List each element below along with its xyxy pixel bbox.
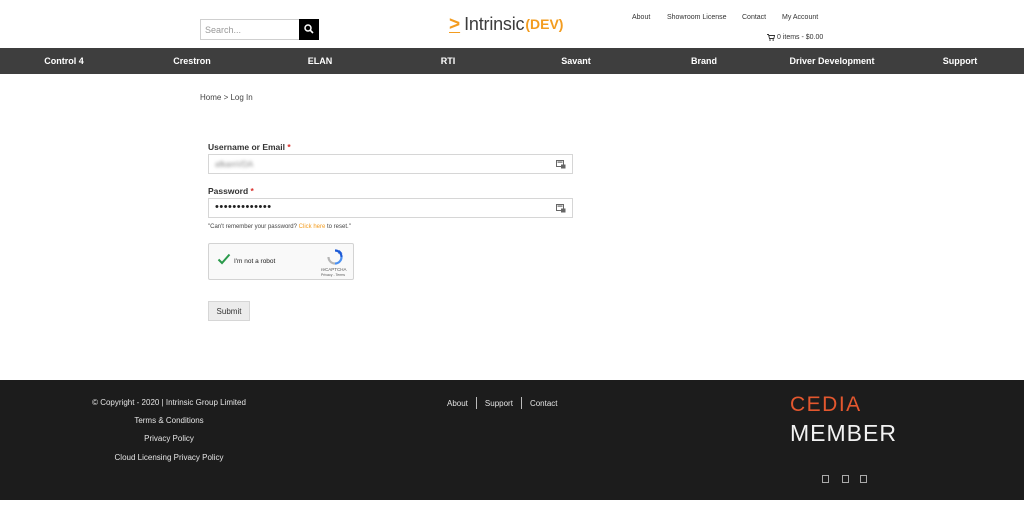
username-label-text: Username or Email: [208, 142, 286, 152]
footer-terms-link[interactable]: Terms & Conditions: [134, 416, 203, 425]
logo-caret: >: [449, 13, 461, 35]
nav-item-driver-development[interactable]: Driver Development: [789, 48, 874, 74]
nav-item-brand[interactable]: Brand: [691, 48, 717, 74]
password-reset-hint: "Can't remember your password? Click her…: [208, 224, 351, 230]
required-mark: *: [287, 142, 291, 152]
social-icon[interactable]: [842, 475, 849, 483]
nav-item-rti[interactable]: RTI: [441, 48, 456, 74]
captcha-label: I'm not a robot: [234, 258, 276, 265]
cart-text: 0 items - $0.00: [777, 34, 824, 41]
recaptcha-logo-icon: [327, 249, 343, 265]
recaptcha-widget[interactable]: I'm not a robot reCAPTCHA Privacy - Term…: [208, 243, 354, 280]
cedia-member-text: MEMBER: [790, 420, 897, 446]
footer-cloud-privacy-link[interactable]: Cloud Licensing Privacy Policy: [115, 453, 224, 462]
site-header: > Intrinsic (DEV) About Showroom License…: [0, 0, 1024, 48]
password-label-text: Password: [208, 186, 249, 196]
main-nav: Control 4 Crestron ELAN RTI Savant Brand…: [0, 48, 1024, 74]
footer-copyright: © Copyright - 2020 | Intrinsic Group Lim…: [92, 398, 246, 407]
nav-item-support[interactable]: Support: [943, 48, 978, 74]
nav-item-crestron[interactable]: Crestron: [173, 48, 211, 74]
checkmark-icon[interactable]: [217, 253, 231, 265]
hint-prefix: "Can't remember your password?: [208, 224, 299, 230]
reset-password-link[interactable]: Click here: [299, 224, 326, 230]
logo-suffix: (DEV): [525, 16, 564, 32]
nav-item-savant[interactable]: Savant: [561, 48, 591, 74]
footer-link-divider: [520, 397, 522, 409]
footer-link-contact[interactable]: Contact: [530, 399, 558, 408]
hint-suffix: to reset.": [325, 224, 351, 230]
search-form: [200, 19, 319, 40]
search-input[interactable]: [200, 19, 300, 40]
username-value: afkamVDA: [215, 160, 254, 169]
footer-link-support[interactable]: Support: [485, 399, 513, 408]
site-logo[interactable]: > Intrinsic (DEV): [449, 12, 563, 36]
footer-links: About Support Contact: [447, 397, 558, 409]
password-manager-icon[interactable]: [556, 160, 566, 169]
footer-privacy-link[interactable]: Privacy Policy: [144, 434, 194, 443]
page-bottom-strip: [0, 500, 1024, 520]
nav-item-elan[interactable]: ELAN: [308, 48, 333, 74]
breadcrumb[interactable]: Home > Log In: [200, 93, 253, 102]
password-value: •••••••••••••: [215, 201, 272, 213]
top-link-contact[interactable]: Contact: [742, 14, 766, 21]
captcha-brand: reCAPTCHA: [321, 267, 347, 272]
top-link-my-account[interactable]: My Account: [782, 14, 818, 21]
top-link-about[interactable]: About: [632, 14, 650, 21]
cart-icon: [767, 34, 775, 41]
top-link-showroom-license[interactable]: Showroom License: [667, 14, 727, 21]
submit-button[interactable]: Submit: [208, 301, 250, 321]
nav-item-control4[interactable]: Control 4: [44, 48, 84, 74]
social-icon[interactable]: [860, 475, 867, 483]
footer-link-about[interactable]: About: [447, 399, 468, 408]
password-label: Password *: [208, 186, 254, 196]
username-field[interactable]: afkamVDA: [208, 154, 573, 174]
captcha-terms-link[interactable]: Privacy - Terms: [321, 273, 345, 277]
search-icon: [304, 24, 314, 34]
footer-link-divider: [475, 397, 477, 409]
site-footer: © Copyright - 2020 | Intrinsic Group Lim…: [0, 380, 1024, 500]
username-label: Username or Email *: [208, 142, 291, 152]
password-manager-icon[interactable]: [556, 204, 566, 213]
cart-summary[interactable]: 0 items - $0.00: [767, 34, 823, 41]
password-field[interactable]: •••••••••••••: [208, 198, 573, 218]
logo-name: Intrinsic: [464, 13, 525, 34]
required-mark: *: [250, 186, 254, 196]
search-button[interactable]: [299, 19, 319, 40]
social-icon[interactable]: [822, 475, 829, 483]
cedia-logo-text: CEDIA: [790, 393, 862, 416]
